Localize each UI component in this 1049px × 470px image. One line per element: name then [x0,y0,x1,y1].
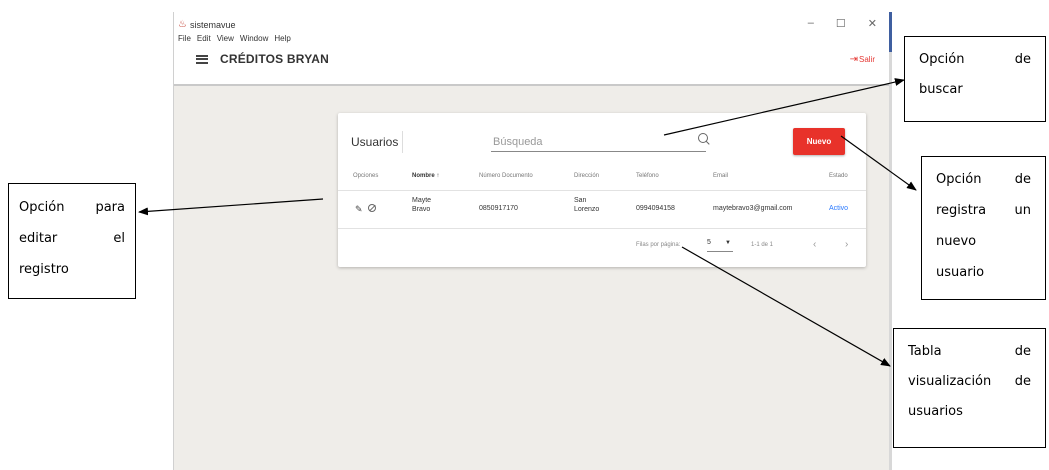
annotation-arrows [138,78,917,367]
arrow-search [663,78,905,136]
arrow-new [840,135,917,191]
arrow-edit [138,198,324,216]
arrow-table [681,246,891,367]
